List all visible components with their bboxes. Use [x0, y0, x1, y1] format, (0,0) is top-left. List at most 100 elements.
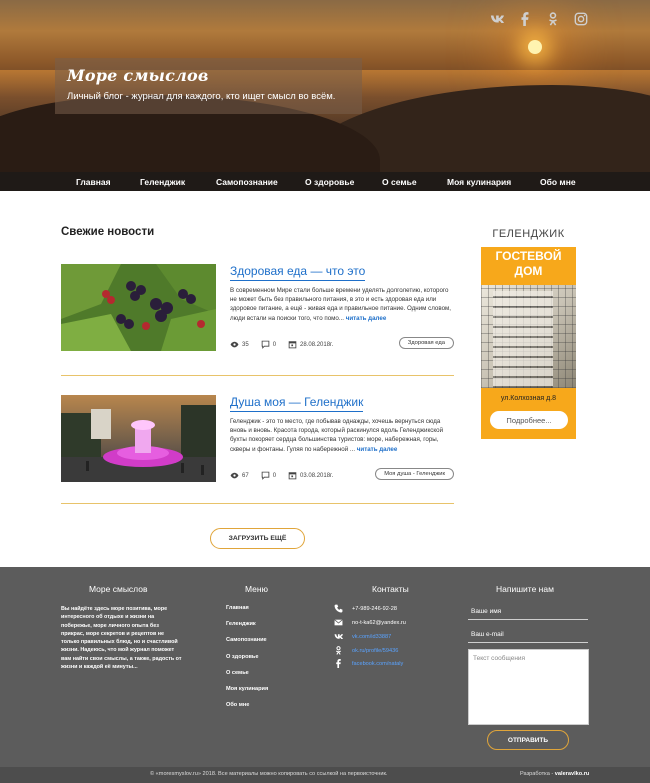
- header-banner: Море смыслов Личный блог - журнал для ка…: [0, 0, 650, 172]
- main-navigation: Главная Геленджик Самопознание О здоровь…: [0, 172, 650, 191]
- read-more-link[interactable]: читать далее: [357, 446, 398, 453]
- copyright-text: © «moresmyslov.ru» 2018. Все материалы м…: [150, 771, 388, 777]
- post-date: 28.08.2018г.: [288, 340, 333, 349]
- comments-value: 0: [272, 341, 277, 348]
- facebook-icon: [336, 659, 341, 668]
- post-card: Душа моя — Геленджик Геленджик - это то …: [61, 395, 454, 490]
- post-excerpt: В современном Мире стали больше времени …: [230, 286, 454, 323]
- footer-about-title: Море смыслов: [89, 584, 148, 594]
- nav-item-gelendzhik[interactable]: Геленджик: [140, 177, 185, 187]
- views-value: 67: [242, 472, 249, 479]
- footer-menu-item[interactable]: Геленджик: [226, 621, 256, 627]
- bottom-bar: © «moresmyslov.ru» 2018. Все материалы м…: [0, 767, 650, 783]
- post-meta: 67 0 03.08.2018г.: [230, 471, 345, 480]
- post-title-link[interactable]: Здоровая еда — что это: [230, 264, 366, 281]
- footer-menu-item[interactable]: Главная: [226, 605, 249, 611]
- views-count: 67: [230, 471, 249, 480]
- post-excerpt: Геленджик - это то место, где побывав од…: [230, 417, 454, 454]
- phone-icon: [334, 604, 343, 613]
- post-thumbnail[interactable]: [61, 264, 216, 351]
- sunset-sun: [528, 40, 542, 54]
- nav-item-cooking[interactable]: Моя кулинария: [447, 177, 511, 187]
- read-more-link[interactable]: читать далее: [346, 315, 387, 322]
- contact-vk[interactable]: vk.com/id33887: [334, 632, 391, 641]
- footer-menu-item[interactable]: Моя кулинария: [226, 686, 268, 692]
- site-title-box: Море смыслов Личный блог - журнал для ка…: [55, 58, 362, 114]
- odnoklassniki-icon[interactable]: [546, 12, 560, 26]
- nav-item-self-knowledge[interactable]: Самопознание: [216, 177, 278, 187]
- footer-menu-item[interactable]: Обо мне: [226, 702, 249, 708]
- footer-about-text: Вы найдёте здесь море позитива, море инт…: [61, 606, 182, 671]
- contact-link[interactable]: facebook.com/nataly: [352, 661, 403, 667]
- post-excerpt-text: В современном Мире стали больше времени …: [230, 287, 451, 322]
- name-input[interactable]: Ваше имя: [468, 604, 588, 620]
- post-tag[interactable]: Здоровая еда: [398, 337, 454, 349]
- footer-contacts-title: Контакты: [372, 584, 409, 594]
- post-meta: 35 0 28.08.2018г.: [230, 340, 345, 349]
- section-title: Свежие новости: [61, 226, 155, 238]
- facebook-icon[interactable]: [518, 12, 532, 26]
- load-more-button[interactable]: ЗАГРУЗИТЬ ЕЩЁ: [210, 528, 305, 549]
- contact-link[interactable]: ok.ru/profile/59436: [352, 648, 398, 654]
- contact-phone[interactable]: +7-989-246-92-28: [334, 604, 397, 613]
- contact-email[interactable]: no-t-ka62@yandex.ru: [334, 618, 406, 627]
- message-textarea[interactable]: Текст сообщения: [468, 649, 589, 725]
- site-subtitle: Личный блог - журнал для каждого, кто ищ…: [67, 91, 336, 102]
- ad-heading-line: ГОСТЕВОЙ: [495, 249, 562, 263]
- date-value: 28.08.2018г.: [300, 341, 334, 348]
- nav-item-home[interactable]: Главная: [76, 177, 111, 187]
- calendar-icon: [288, 472, 297, 480]
- footer-form-title: Напишите нам: [496, 584, 554, 594]
- odnoklassniki-icon: [335, 646, 342, 655]
- guest-house-ad[interactable]: ГОСТЕВОЙ ДОМ ул.Колхозная д.8 Подробнее.…: [481, 247, 576, 439]
- contact-link[interactable]: vk.com/id33887: [352, 634, 391, 640]
- building-image: [493, 291, 553, 388]
- footer-menu-item[interactable]: О здоровье: [226, 654, 258, 660]
- social-links: [490, 12, 588, 26]
- contact-text: no-t-ka62@yandex.ru: [352, 619, 406, 626]
- sidebar-title: ГЕЛЕНДЖИК: [492, 228, 565, 240]
- developer-link[interactable]: valeravlko.ru: [555, 771, 590, 777]
- divider: [61, 375, 454, 376]
- eye-icon: [230, 472, 239, 479]
- nav-item-about[interactable]: Обо мне: [540, 177, 576, 187]
- instagram-icon[interactable]: [574, 12, 588, 26]
- developer-credit: Разработка - valeravlko.ru: [520, 771, 589, 777]
- comments-count: 0: [261, 340, 276, 349]
- date-value: 03.08.2018г.: [300, 472, 334, 479]
- nav-item-family[interactable]: О семье: [382, 177, 417, 187]
- post-title-link[interactable]: Душа моя — Геленджик: [230, 395, 364, 412]
- post-date: 03.08.2018г.: [288, 471, 333, 480]
- footer-menu-title: Меню: [245, 584, 268, 594]
- comments-value: 0: [272, 472, 277, 479]
- footer-menu-item[interactable]: Самопознание: [226, 637, 267, 643]
- views-value: 35: [242, 341, 249, 348]
- developer-label: Разработка -: [520, 771, 555, 777]
- email-input[interactable]: Ваш e-mail: [468, 627, 588, 643]
- comment-icon: [261, 340, 269, 349]
- contact-facebook[interactable]: facebook.com/nataly: [334, 659, 403, 668]
- footer-menu-item[interactable]: О семье: [226, 670, 249, 676]
- post-thumbnail[interactable]: [61, 395, 216, 482]
- calendar-icon: [288, 341, 297, 349]
- comment-icon: [261, 471, 269, 480]
- send-button[interactable]: ОТПРАВИТЬ: [487, 730, 569, 750]
- contact-ok[interactable]: ok.ru/profile/59436: [334, 646, 398, 655]
- vk-icon[interactable]: [490, 12, 504, 26]
- ad-address: ул.Колхозная д.8: [500, 395, 557, 402]
- post-tag[interactable]: Моя душа - Геленджик: [375, 468, 454, 480]
- comments-count: 0: [261, 471, 276, 480]
- ad-image: [481, 285, 576, 388]
- eye-icon: [230, 341, 239, 348]
- ad-heading: ГОСТЕВОЙ ДОМ: [481, 249, 576, 279]
- nav-item-health[interactable]: О здоровье: [305, 177, 354, 187]
- divider: [61, 503, 454, 504]
- site-title[interactable]: Море смыслов: [67, 66, 350, 85]
- vk-icon: [334, 634, 343, 640]
- post-excerpt-text: Геленджик - это то место, где побывав од…: [230, 418, 444, 453]
- contact-text: +7-989-246-92-28: [352, 605, 397, 612]
- views-count: 35: [230, 340, 249, 349]
- mail-icon: [334, 619, 343, 626]
- ad-heading-line: ДОМ: [514, 264, 543, 278]
- ad-more-button[interactable]: Подробнее...: [490, 411, 568, 429]
